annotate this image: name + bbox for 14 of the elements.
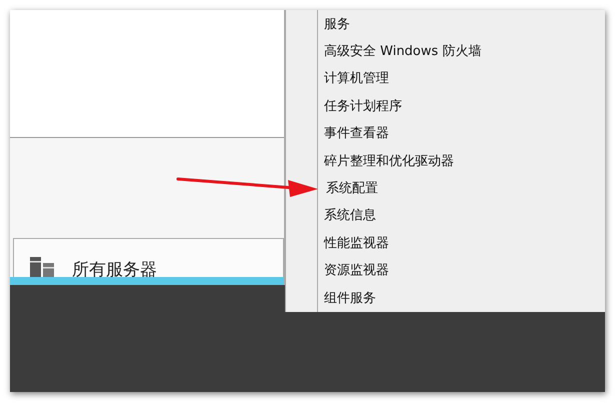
menu-item[interactable]: 资源监视器 <box>324 256 605 284</box>
server-tile[interactable]: 所有服务器 <box>13 238 284 277</box>
menu-item[interactable]: 碎片整理和优化驱动器 <box>324 146 605 174</box>
menu-item[interactable]: 服务 <box>324 10 605 38</box>
menu-item[interactable]: 组件服务 <box>324 284 605 312</box>
menu-item[interactable]: 高级安全 Windows 防火墙 <box>324 37 605 65</box>
tile-title: 所有服务器 <box>72 259 157 277</box>
menu-item[interactable]: 系统信息 <box>324 202 605 230</box>
menu-item[interactable]: 系统配置 <box>324 174 605 202</box>
menu-item[interactable]: 任务计划程序 <box>324 92 605 120</box>
menu-item[interactable]: 性能监视器 <box>324 229 605 257</box>
servers-icon <box>30 257 54 277</box>
menu-item[interactable]: 事件查看器 <box>324 120 605 147</box>
menu-item[interactable]: 计算机管理 <box>324 64 605 92</box>
